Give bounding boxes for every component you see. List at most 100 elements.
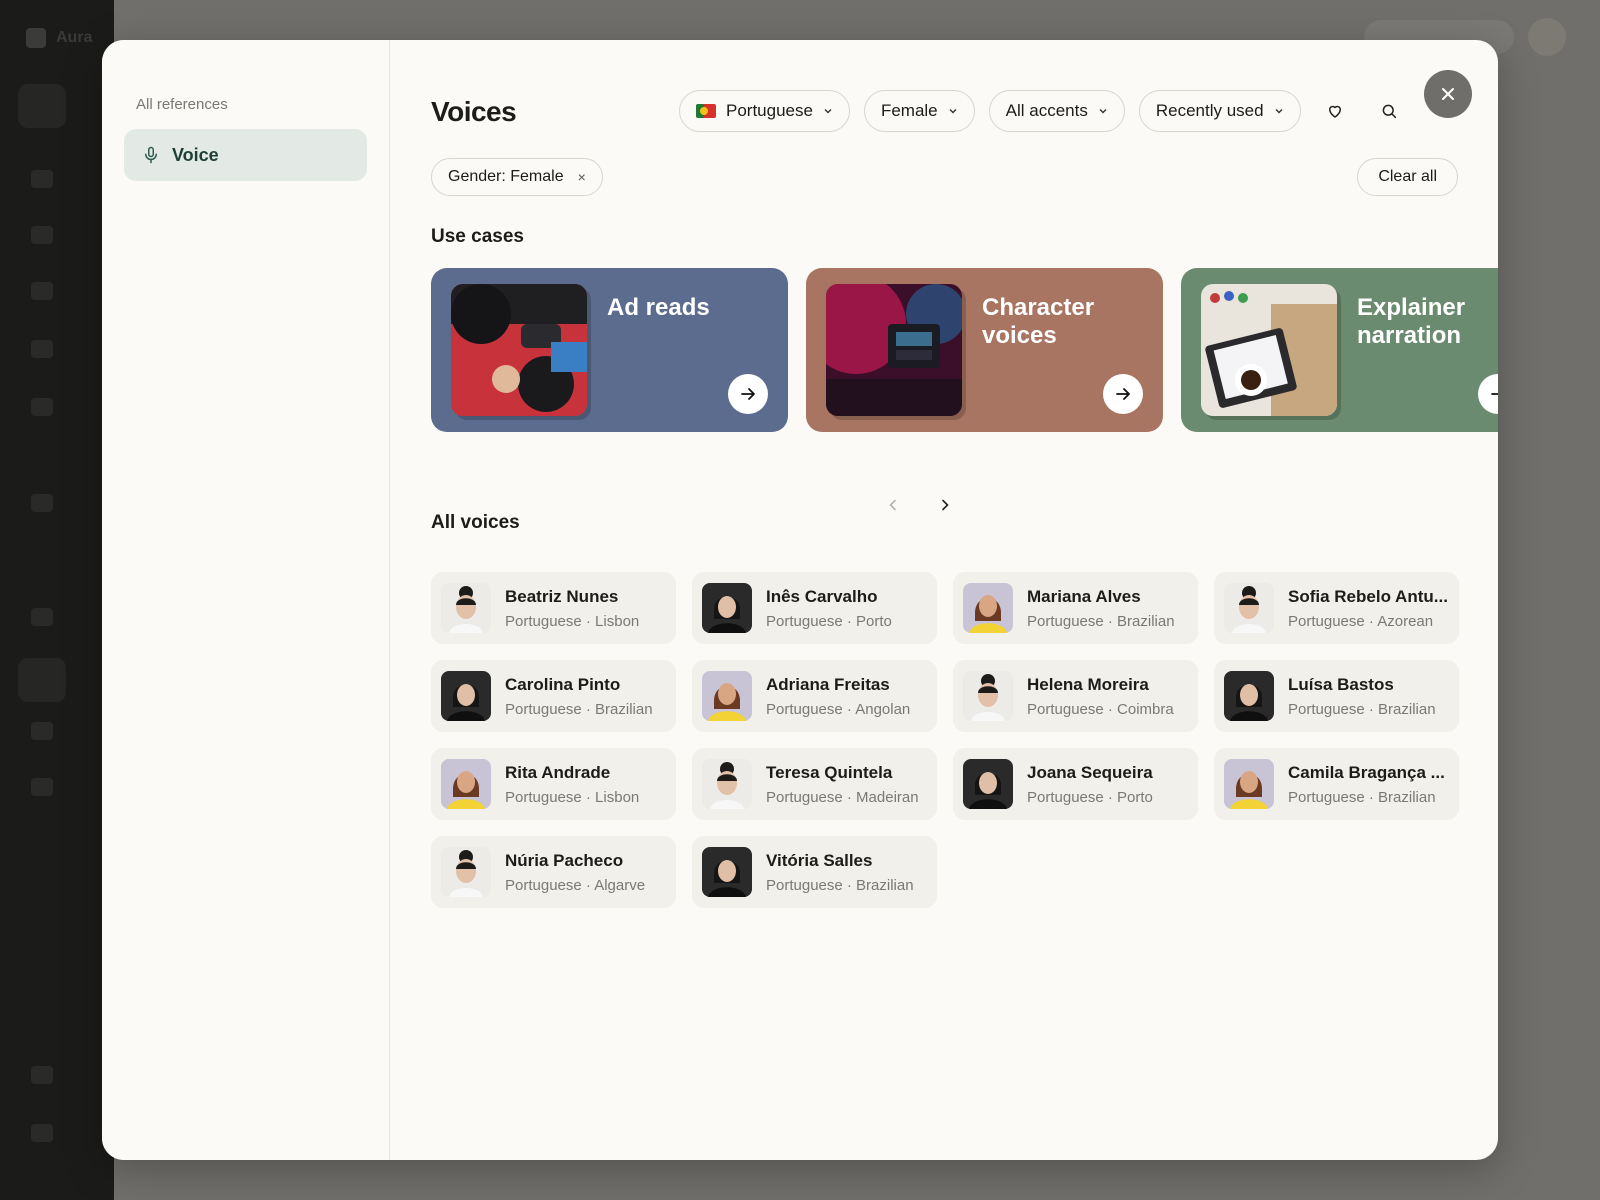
open-use-case-button[interactable]	[1478, 374, 1498, 414]
all-voices-title: All voices	[431, 512, 520, 533]
voice-avatar	[1224, 671, 1274, 721]
voice-meta: Portuguese · Porto	[766, 612, 892, 630]
voice-meta: Portuguese · Angolan	[766, 700, 911, 718]
background-rail-icon	[31, 1124, 53, 1142]
voice-card[interactable]: Teresa Quintela Portuguese · Madeiran	[692, 748, 937, 820]
arrow-right-icon	[741, 388, 755, 400]
voice-card[interactable]: Camila Bragança ... Portuguese · Brazili…	[1214, 748, 1459, 820]
voice-meta: Portuguese · Brazilian	[1288, 700, 1436, 718]
language-filter[interactable]: Portuguese	[679, 90, 850, 132]
voice-avatar	[963, 759, 1013, 809]
explainer-narration-thumbnail	[1201, 284, 1337, 416]
voice-meta: Portuguese · Lisbon	[505, 612, 640, 630]
voice-name: Carolina Pinto	[505, 674, 621, 694]
remove-chip-icon[interactable]: ×	[578, 169, 586, 185]
gender-filter[interactable]: Female	[863, 90, 975, 132]
carousel-previous-button[interactable]	[882, 494, 904, 516]
open-use-case-button[interactable]	[728, 374, 768, 414]
use-case-card-character-voices[interactable]: Character voices	[806, 268, 1163, 432]
background-avatar	[1528, 18, 1566, 56]
voice-meta: Portuguese · Lisbon	[505, 788, 640, 806]
background-app-rail: Aura	[0, 0, 114, 1200]
voice-avatar	[702, 847, 752, 897]
chevron-right-icon	[942, 499, 949, 511]
voice-card[interactable]: Joana Sequeira Portuguese · Porto	[953, 748, 1198, 820]
background-rail-icon	[31, 170, 53, 188]
close-icon	[1442, 88, 1454, 100]
use-case-title: Character voices	[982, 294, 1095, 349]
chevron-down-icon	[824, 109, 832, 114]
voice-list: Beatriz Nunes Portuguese · Lisbon Inês C…	[431, 572, 1459, 908]
voice-card[interactable]: Helena Moreira Portuguese · Coimbra	[953, 660, 1198, 732]
voice-card[interactable]: Carolina Pinto Portuguese · Brazilian	[431, 660, 676, 732]
chevron-down-icon	[1099, 109, 1107, 114]
chevron-left-icon	[889, 499, 896, 511]
close-button[interactable]	[1424, 70, 1472, 118]
chevron-down-icon	[1275, 109, 1283, 114]
background-rail-icon	[31, 778, 53, 796]
modal-main: Voices Portuguese Female All accents Rec…	[390, 40, 1498, 1160]
voice-avatar	[702, 671, 752, 721]
voice-meta: Portuguese · Porto	[1027, 788, 1153, 806]
open-use-case-button[interactable]	[1103, 374, 1143, 414]
voice-name: Teresa Quintela	[766, 762, 893, 782]
voice-avatar	[702, 583, 752, 633]
carousel-next-button[interactable]	[934, 494, 956, 516]
voice-name: Vitória Salles	[766, 850, 873, 870]
character-voices-thumbnail	[826, 284, 962, 416]
arrow-right-icon	[1116, 388, 1130, 400]
background-rail-active	[18, 84, 66, 128]
gender-filter-chip: Gender: Female ×	[431, 158, 603, 196]
background-rail-icon	[31, 398, 53, 416]
voice-meta: Portuguese · Coimbra	[1027, 700, 1174, 718]
voice-meta: Portuguese · Brazilian	[1027, 612, 1175, 630]
voice-card[interactable]: Inês Carvalho Portuguese · Porto	[692, 572, 937, 644]
voice-card[interactable]: Mariana Alves Portuguese · Brazilian	[953, 572, 1198, 644]
use-cases-carousel: Ad reads Character voices Explainer narr…	[431, 268, 1498, 434]
background-rail-icon	[31, 722, 53, 740]
voice-avatar	[963, 671, 1013, 721]
voice-avatar	[441, 583, 491, 633]
use-case-card-explainer-narration[interactable]: Explainer narration	[1181, 268, 1498, 432]
active-filters: Gender: Female × Clear all	[431, 158, 1458, 196]
use-case-card-ad-reads[interactable]: Ad reads	[431, 268, 788, 432]
voice-card[interactable]: Luísa Bastos Portuguese · Brazilian	[1214, 660, 1459, 732]
voice-card[interactable]: Adriana Freitas Portuguese · Angolan	[692, 660, 937, 732]
voice-name: Mariana Alves	[1027, 586, 1141, 606]
voice-meta: Portuguese · Brazilian	[505, 700, 653, 718]
arrow-right-icon	[1491, 393, 1498, 395]
accent-filter[interactable]: All accents	[988, 90, 1125, 132]
voice-avatar	[1224, 583, 1274, 633]
favorites-button[interactable]	[1315, 91, 1355, 131]
sort-filter[interactable]: Recently used	[1138, 90, 1301, 132]
voice-meta: Portuguese · Brazilian	[1288, 788, 1436, 806]
voice-card[interactable]: Rita Andrade Portuguese · Lisbon	[431, 748, 676, 820]
search-icon	[1382, 104, 1396, 119]
voice-avatar	[1224, 759, 1274, 809]
voice-meta: Portuguese · Madeiran	[766, 788, 919, 806]
search-button[interactable]	[1369, 91, 1409, 131]
voice-name: Rita Andrade	[505, 762, 611, 782]
clear-all-button[interactable]: Clear all	[1357, 158, 1458, 196]
filter-bar: Portuguese Female All accents Recently u…	[679, 90, 1409, 132]
page-title: Voices	[431, 96, 517, 127]
voice-name: Inês Carvalho	[766, 586, 878, 606]
background-rail-active	[18, 658, 66, 702]
heart-icon	[1328, 105, 1341, 118]
voice-name: Camila Bragança ...	[1288, 762, 1445, 782]
microphone-icon	[145, 146, 157, 164]
sidebar-item-voice[interactable]: Voice	[124, 129, 367, 181]
voice-card[interactable]: Sofia Rebelo Antu... Portuguese · Azorea…	[1214, 572, 1459, 644]
background-app-name: Aura	[56, 29, 93, 46]
voice-card[interactable]: Núria Pacheco Portuguese · Algarve	[431, 836, 676, 908]
voice-meta: Portuguese · Azorean	[1288, 612, 1434, 630]
voice-name: Adriana Freitas	[766, 674, 890, 694]
language-filter-label: Portuguese	[726, 101, 813, 120]
use-case-title: Explainer narration	[1357, 294, 1466, 349]
voice-card[interactable]: Vitória Salles Portuguese · Brazilian	[692, 836, 937, 908]
voice-avatar	[441, 759, 491, 809]
voice-avatar	[702, 759, 752, 809]
background-rail-icon	[31, 494, 53, 512]
voice-name: Sofia Rebelo Antu...	[1288, 586, 1448, 606]
voice-card[interactable]: Beatriz Nunes Portuguese · Lisbon	[431, 572, 676, 644]
